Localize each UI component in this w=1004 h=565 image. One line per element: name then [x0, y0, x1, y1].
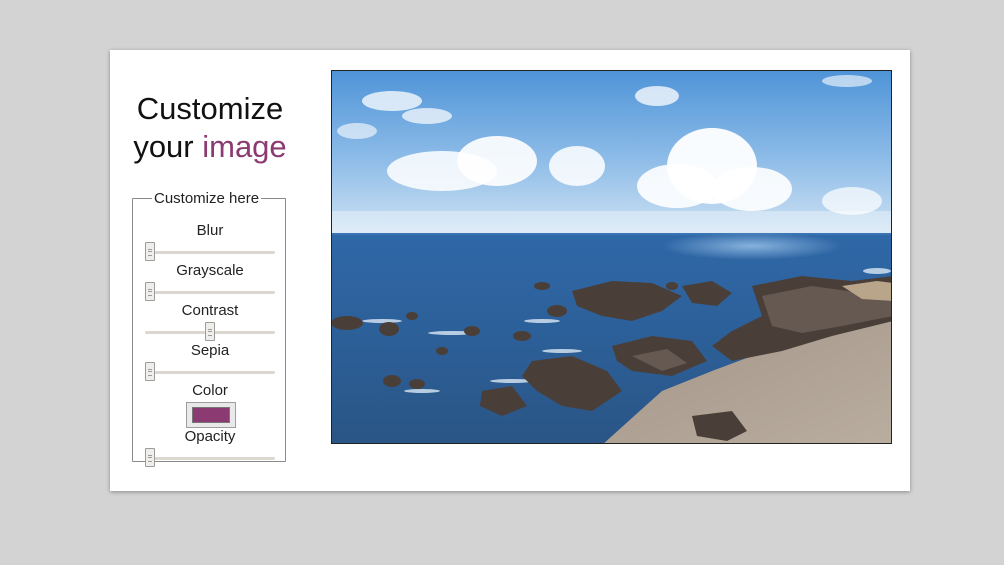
color-swatch — [192, 407, 230, 423]
grayscale-slider[interactable] — [145, 282, 275, 302]
color-label: Color — [192, 382, 228, 399]
sepia-label: Sepia — [190, 342, 230, 359]
opacity-track — [145, 457, 275, 460]
preview-image — [331, 70, 892, 444]
blur-track — [145, 251, 275, 254]
customize-legend: Customize here — [154, 190, 260, 207]
opacity-slider[interactable] — [145, 448, 275, 468]
sepia-slider[interactable] — [145, 362, 275, 382]
editor-card: Customize your image Customize here Blur… — [110, 50, 910, 491]
contrast-label: Contrast — [181, 302, 239, 319]
opacity-label: Opacity — [184, 428, 236, 445]
grayscale-thumb[interactable] — [145, 282, 155, 301]
sepia-thumb[interactable] — [145, 362, 155, 381]
contrast-thumb[interactable] — [205, 322, 215, 341]
title-line-2: your — [133, 129, 203, 164]
customize-fieldset: Customize here Blur Grayscale Contrast S… — [132, 190, 286, 467]
contrast-slider[interactable] — [145, 322, 275, 342]
page-title: Customize your image — [110, 90, 310, 166]
opacity-thumb[interactable] — [145, 448, 155, 467]
blur-thumb[interactable] — [145, 242, 155, 261]
grayscale-label: Grayscale — [176, 262, 244, 279]
blur-slider[interactable] — [145, 242, 275, 262]
sepia-track — [145, 371, 275, 374]
seascape-illustration — [332, 71, 891, 443]
color-picker-button[interactable] — [186, 402, 236, 428]
title-accent-word: image — [202, 129, 287, 164]
grayscale-track — [145, 291, 275, 294]
blur-label: Blur — [196, 222, 224, 239]
title-line-1: Customize — [136, 91, 284, 126]
